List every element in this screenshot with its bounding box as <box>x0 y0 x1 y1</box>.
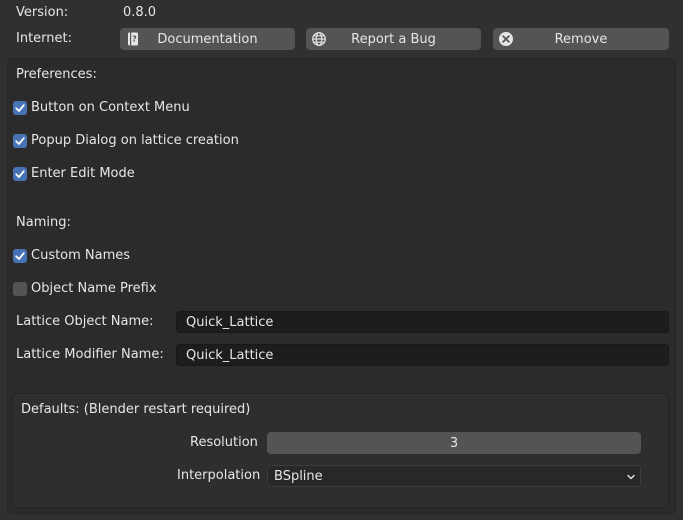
lattice-object-name-label: Lattice Object Name: <box>16 314 154 329</box>
close-circle-icon <box>498 31 514 47</box>
defaults-heading: Defaults: (Blender restart required) <box>21 402 251 417</box>
lattice-object-name-field[interactable]: Quick_Lattice <box>176 311 669 333</box>
naming-heading: Naming: <box>16 215 71 230</box>
checkbox-custom-names[interactable]: Custom Names <box>13 247 130 265</box>
checkbox-label: Popup Dialog on lattice creation <box>31 133 239 148</box>
version-value: 0.8.0 <box>123 5 157 20</box>
checkbox-button-on-context-menu[interactable]: Button on Context Menu <box>13 99 190 117</box>
checkbox-object-name-prefix[interactable]: Object Name Prefix <box>13 280 157 298</box>
checkbox-checked-icon[interactable] <box>13 167 27 181</box>
report-bug-button-label: Report a Bug <box>351 31 436 47</box>
book-icon: ? <box>125 31 141 47</box>
documentation-button-label: Documentation <box>157 31 258 47</box>
checkbox-label: Object Name Prefix <box>31 281 157 296</box>
checkbox-unchecked-icon[interactable] <box>13 282 27 296</box>
lattice-modifier-name-label: Lattice Modifier Name: <box>16 347 164 362</box>
remove-button[interactable]: Remove <box>493 28 669 50</box>
internet-label: Internet: <box>16 31 72 46</box>
interpolation-label: Interpolation <box>177 468 261 483</box>
checkbox-checked-icon[interactable] <box>13 101 27 115</box>
lattice-modifier-name-field[interactable]: Quick_Lattice <box>176 344 669 366</box>
resolution-number-field[interactable]: 3 <box>267 432 641 454</box>
checkbox-label: Enter Edit Mode <box>31 166 135 181</box>
checkbox-checked-icon[interactable] <box>13 249 27 263</box>
checkbox-checked-icon[interactable] <box>13 134 27 148</box>
globe-icon <box>311 31 327 47</box>
resolution-value: 3 <box>449 435 459 451</box>
svg-text:?: ? <box>132 35 137 44</box>
checkbox-popup-dialog[interactable]: Popup Dialog on lattice creation <box>13 132 239 150</box>
resolution-label: Resolution <box>190 435 258 450</box>
checkbox-enter-edit-mode[interactable]: Enter Edit Mode <box>13 165 135 183</box>
documentation-button[interactable]: ? Documentation <box>120 28 295 50</box>
interpolation-dropdown[interactable]: BSpline <box>267 465 641 487</box>
report-bug-button[interactable]: Report a Bug <box>306 28 481 50</box>
interpolation-value: BSpline <box>274 468 323 484</box>
lattice-modifier-name-value: Quick_Lattice <box>186 347 274 363</box>
checkbox-label: Custom Names <box>31 248 131 263</box>
lattice-object-name-value: Quick_Lattice <box>186 314 274 330</box>
checkbox-label: Button on Context Menu <box>31 100 190 115</box>
version-label: Version: <box>16 5 69 20</box>
chevron-down-icon <box>626 471 636 481</box>
remove-button-label: Remove <box>554 31 608 47</box>
preferences-heading: Preferences: <box>16 67 97 82</box>
